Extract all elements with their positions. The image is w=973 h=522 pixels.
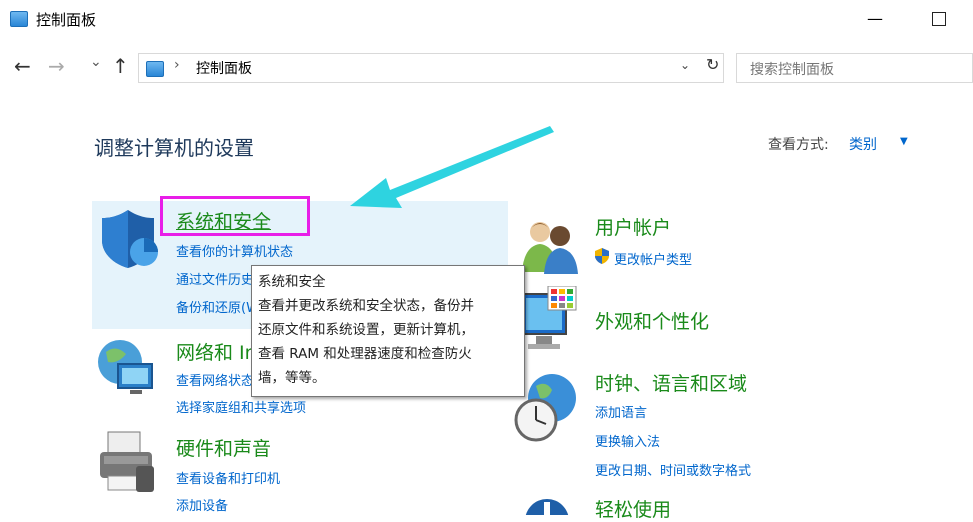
- category-user-accounts[interactable]: 用户帐户: [595, 213, 671, 240]
- page-heading: 调整计算机的设置: [94, 136, 254, 160]
- category-appearance[interactable]: 外观和个性化: [595, 307, 709, 334]
- link-change-input-method[interactable]: 更换输入法: [595, 431, 660, 450]
- appearance-icon: [521, 286, 577, 349]
- maximize-button[interactable]: [918, 4, 958, 34]
- link-change-account-type[interactable]: 更改帐户类型: [614, 249, 692, 268]
- window-title: 控制面板: [36, 11, 97, 29]
- annotation-arrow: [350, 126, 554, 208]
- tooltip: 系统和安全 查看并更改系统和安全状态，备份并 还原文件和系统设置，更新计算机， …: [251, 265, 525, 397]
- tooltip-line: 查看并更改系统和安全状态，备份并: [258, 298, 474, 314]
- address-dropdown-icon[interactable]: ⌄: [680, 58, 690, 72]
- network-icon: [98, 340, 153, 394]
- link-homegroup[interactable]: 选择家庭组和共享选项: [176, 397, 306, 416]
- category-hardware[interactable]: 硬件和声音: [176, 434, 271, 461]
- tooltip-line: 墙，等等。: [258, 370, 326, 386]
- category-ease-of-access[interactable]: 轻松使用: [595, 495, 671, 522]
- recent-locations-icon[interactable]: ⌄: [90, 52, 102, 72]
- breadcrumb-separator[interactable]: ›: [174, 57, 180, 73]
- forward-arrow-icon[interactable]: →: [48, 56, 65, 76]
- link-view-computer-status[interactable]: 查看你的计算机状态: [176, 241, 293, 260]
- highlight-box: [160, 196, 310, 236]
- search-placeholder: 搜索控制面板: [750, 62, 834, 78]
- user-accounts-icon: [522, 222, 578, 274]
- link-date-time-format[interactable]: 更改日期、时间或数字格式: [595, 460, 751, 479]
- uac-shield-icon: [595, 248, 609, 264]
- tooltip-line: 查看 RAM 和处理器速度和检查防火: [258, 346, 472, 362]
- refresh-icon[interactable]: ↻: [706, 55, 719, 74]
- printer-icon: [100, 431, 154, 492]
- minimize-button[interactable]: —: [855, 4, 895, 34]
- link-add-device[interactable]: 添加设备: [176, 495, 228, 514]
- view-by-dropdown[interactable]: 类别: [849, 134, 877, 154]
- tooltip-title: 系统和安全: [258, 274, 326, 290]
- back-arrow-icon[interactable]: ←: [14, 56, 31, 76]
- shield-icon: [102, 210, 158, 268]
- view-by-label: 查看方式:: [768, 137, 829, 153]
- tooltip-line: 还原文件和系统设置，更新计算机，: [258, 322, 474, 338]
- ease-of-access-icon: [525, 499, 569, 515]
- control-panel-icon: [10, 11, 28, 27]
- link-add-language[interactable]: 添加语言: [595, 402, 647, 421]
- up-arrow-icon[interactable]: ↑: [112, 56, 129, 76]
- category-clock-region[interactable]: 时钟、语言和区域: [595, 369, 747, 396]
- caret-down-icon[interactable]: ▼: [900, 136, 908, 147]
- title-bar: [0, 0, 973, 38]
- link-devices-printers[interactable]: 查看设备和打印机: [176, 468, 280, 487]
- maximize-icon: [932, 12, 946, 26]
- breadcrumb-control-panel[interactable]: 控制面板: [196, 58, 252, 78]
- control-panel-icon: [146, 61, 164, 77]
